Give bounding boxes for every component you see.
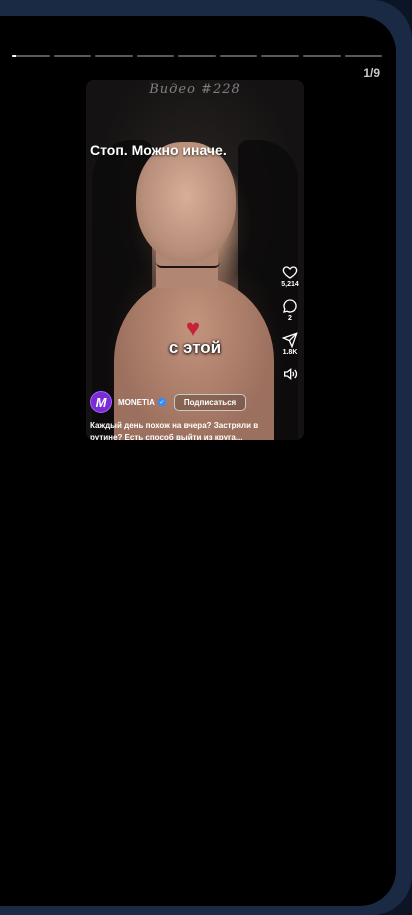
story-progress-segment xyxy=(302,55,341,57)
device-frame: 1/9 ♥ Видео #228 Стоп. Можно иначе. с эт… xyxy=(0,0,412,915)
story-progress-segment xyxy=(178,55,216,57)
avatar[interactable]: M xyxy=(90,391,112,413)
verified-badge-icon: ✓ xyxy=(157,398,166,406)
video-headline: Стоп. Можно иначе. xyxy=(90,142,227,158)
follow-button[interactable]: Подписаться xyxy=(173,393,247,411)
speaker-icon xyxy=(284,367,298,381)
story-counter: 1/9 xyxy=(363,66,380,80)
story-progress-segment xyxy=(136,55,175,57)
comment-count: 2 xyxy=(288,315,292,322)
heart-icon xyxy=(282,266,298,279)
comment-icon xyxy=(283,299,297,313)
story-video-card[interactable]: ♥ Видео #228 Стоп. Можно иначе. с этой 5… xyxy=(86,80,304,440)
video-caption[interactable]: Каждый день похож на вчера? Застряли в р… xyxy=(90,420,270,440)
story-progress-segment xyxy=(344,55,383,57)
story-progress-segment xyxy=(219,55,258,57)
story-progress-segment xyxy=(95,55,133,57)
heart-pendant-icon: ♥ xyxy=(185,315,201,342)
story-progress-fill xyxy=(12,55,16,57)
comment-button[interactable]: 2 xyxy=(282,298,298,322)
share-count: 1.8K xyxy=(282,349,298,356)
video-watermark: Видео #228 xyxy=(149,82,241,97)
story-progress-segment xyxy=(53,55,92,57)
author-name[interactable]: MONETIA xyxy=(118,398,155,407)
action-rail: 5,214 2 1.8K xyxy=(278,264,302,392)
stories-viewer: 1/9 ♥ Видео #228 Стоп. Можно иначе. с эт… xyxy=(0,16,396,906)
story-progress-bar xyxy=(12,55,383,57)
share-button[interactable]: 1.8K xyxy=(282,332,298,356)
video-subtitle: с этой xyxy=(168,338,222,357)
like-count: 5,214 xyxy=(281,281,299,288)
like-button[interactable]: 5,214 xyxy=(281,264,299,288)
sound-toggle[interactable] xyxy=(282,366,298,382)
story-progress-segment xyxy=(12,55,50,57)
send-icon xyxy=(282,332,298,348)
video-figure-face xyxy=(136,142,236,262)
story-progress-segment xyxy=(261,55,299,57)
author-row: M MONETIA ✓ Подписаться xyxy=(90,390,247,414)
